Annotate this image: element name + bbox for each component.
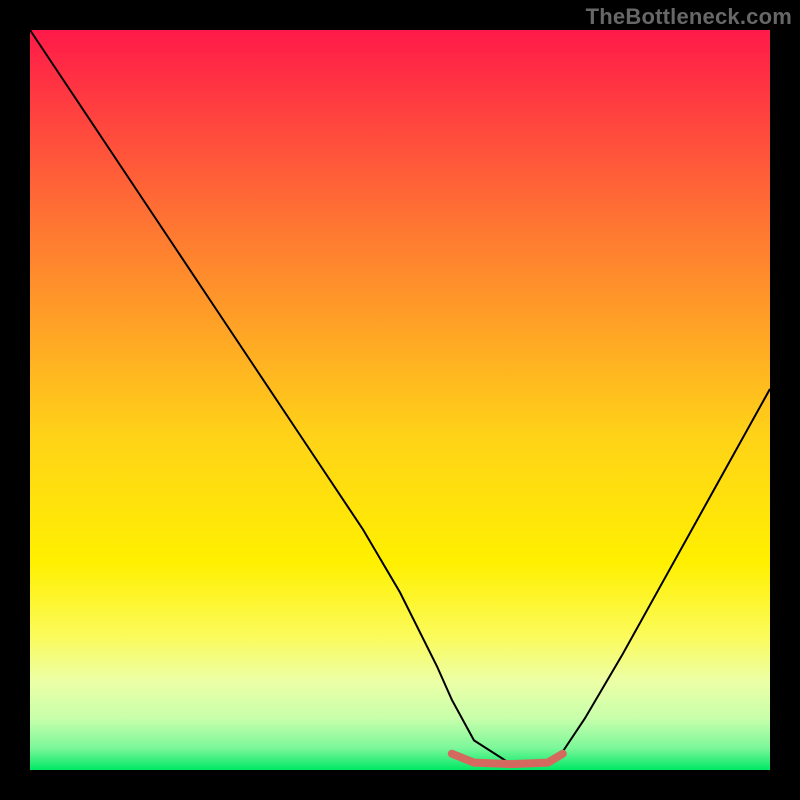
chart-frame: TheBottleneck.com [0, 0, 800, 800]
gradient-background [30, 30, 770, 770]
bottleneck-chart [30, 30, 770, 770]
watermark-text: TheBottleneck.com [586, 4, 792, 30]
plot-area [30, 30, 770, 770]
